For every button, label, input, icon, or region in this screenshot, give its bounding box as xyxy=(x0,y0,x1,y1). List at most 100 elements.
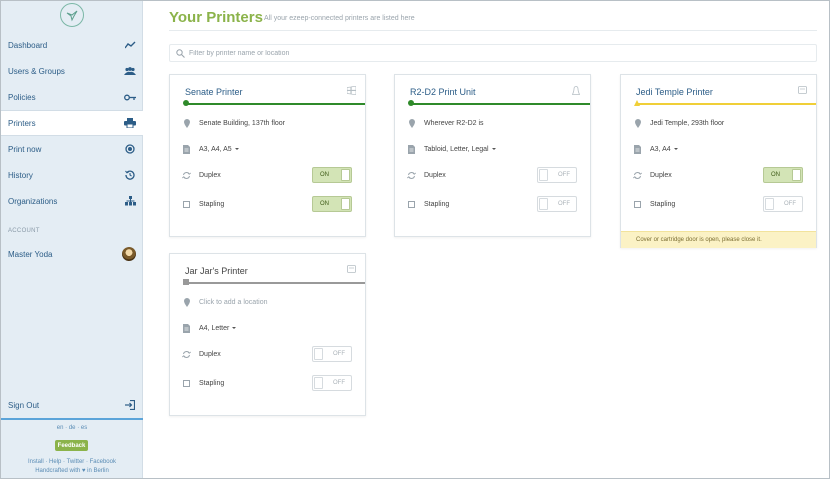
printer-card[interactable]: R2-D2 Print Unit Wherever R2-D2 is Tablo… xyxy=(394,74,591,237)
paper-row[interactable]: A3, A4 xyxy=(621,142,816,156)
paper-sizes-dropdown[interactable]: A3, A4, A5 xyxy=(199,146,239,153)
language-switcher: en · de · es xyxy=(1,425,143,431)
stapling-toggle[interactable]: OFF xyxy=(537,196,577,212)
duplex-row: Duplex OFF xyxy=(395,167,590,183)
lang-en-link[interactable]: en xyxy=(57,425,64,431)
lang-de-link[interactable]: de xyxy=(69,425,76,431)
stapling-row: Stapling ON xyxy=(170,196,365,212)
duplex-icon xyxy=(182,349,191,359)
location-row[interactable]: Jedi Temple, 293th floor xyxy=(621,116,816,130)
sidebar-item-label: Policies xyxy=(8,92,36,102)
avatar xyxy=(122,247,136,261)
printer-location: Senate Building, 137th floor xyxy=(199,119,286,127)
duplex-icon xyxy=(633,170,642,180)
record-icon xyxy=(124,143,136,155)
duplex-toggle[interactable]: OFF xyxy=(312,346,352,362)
status-ok-indicator xyxy=(408,100,414,106)
user-name: Master Yoda xyxy=(8,249,53,259)
sidebar: Dashboard Users & Groups Policies Printe… xyxy=(1,1,143,478)
toggle-state: OFF xyxy=(333,351,345,357)
toggle-state: OFF xyxy=(558,172,570,178)
credit-text: in Berlin xyxy=(87,468,109,474)
toggle-state: OFF xyxy=(784,201,796,207)
document-icon xyxy=(182,144,191,154)
separator: · xyxy=(45,459,48,465)
duplex-toggle[interactable]: ON xyxy=(312,167,352,183)
duplex-row: Duplex ON xyxy=(621,167,816,183)
stapling-row: Stapling OFF xyxy=(621,196,816,212)
toggle-knob xyxy=(341,198,350,210)
paper-row[interactable]: Tabloid, Letter, Legal xyxy=(395,142,590,156)
stapling-toggle[interactable]: OFF xyxy=(312,375,352,391)
duplex-icon xyxy=(407,170,416,180)
twitter-link[interactable]: Twitter xyxy=(67,459,85,465)
location-row[interactable]: Wherever R2-D2 is xyxy=(395,116,590,130)
toggle-state: ON xyxy=(771,172,780,178)
caret-down-icon xyxy=(491,147,496,150)
caret-down-icon xyxy=(232,326,237,329)
toggle-state: ON xyxy=(320,172,329,178)
document-icon xyxy=(407,144,416,154)
facebook-link[interactable]: Facebook xyxy=(90,459,116,465)
duplex-toggle[interactable]: OFF xyxy=(537,167,577,183)
toggle-knob xyxy=(539,169,548,181)
printer-card[interactable]: Jedi Temple Printer Jedi Temple, 293th f… xyxy=(620,74,817,248)
footer-links: Install · Help · Twitter · Facebook xyxy=(1,459,143,465)
feedback-button[interactable]: Feedback xyxy=(55,440,88,451)
sidebar-item-organizations[interactable]: Organizations xyxy=(1,188,143,214)
caret-down-icon xyxy=(234,147,239,150)
paper-sizes-dropdown[interactable]: A3, A4 xyxy=(650,146,678,153)
sidebar-item-dashboard[interactable]: Dashboard xyxy=(1,32,143,58)
sidebar-item-sign-out[interactable]: Sign Out xyxy=(1,392,143,418)
separator: · xyxy=(63,459,66,465)
stapling-toggle[interactable]: OFF xyxy=(763,196,803,212)
lang-es-link[interactable]: es xyxy=(81,425,87,431)
warning-icon xyxy=(634,100,640,106)
paper-sizes-value: A3, A4, A5 xyxy=(199,145,232,153)
stapling-toggle[interactable]: ON xyxy=(312,196,352,212)
sidebar-item-print-now[interactable]: Print now xyxy=(1,136,143,162)
section-label-account: ACCOUNT xyxy=(8,228,40,234)
printer-card[interactable]: Jar Jar's Printer Click to add a locatio… xyxy=(169,253,366,416)
key-icon xyxy=(124,91,136,103)
help-link[interactable]: Help xyxy=(49,459,61,465)
location-row[interactable]: Senate Building, 137th floor xyxy=(170,116,365,130)
add-location-link[interactable]: Click to add a location xyxy=(199,299,267,306)
paper-row[interactable]: A3, A4, A5 xyxy=(170,142,365,156)
duplex-toggle[interactable]: ON xyxy=(763,167,803,183)
sidebar-item-label: Printers xyxy=(8,118,36,128)
status-offline-indicator xyxy=(183,279,189,285)
paper-sizes-dropdown[interactable]: Tabloid, Letter, Legal xyxy=(424,146,496,153)
sidebar-item-label: History xyxy=(8,170,33,180)
filter-input[interactable] xyxy=(189,49,789,57)
paper-sizes-dropdown[interactable]: A4, Letter xyxy=(199,325,237,332)
sidebar-item-label: Sign Out xyxy=(8,400,40,410)
users-icon xyxy=(124,65,136,77)
status-ok-indicator xyxy=(183,100,189,106)
sidebar-item-printers[interactable]: Printers xyxy=(1,110,143,136)
sidebar-item-policies[interactable]: Policies xyxy=(1,84,143,110)
install-link[interactable]: Install xyxy=(28,459,44,465)
mac-icon xyxy=(347,265,356,274)
paper-row[interactable]: A4, Letter xyxy=(170,321,365,335)
location-row[interactable]: Click to add a location xyxy=(170,295,365,309)
printer-name: Jar Jar's Printer xyxy=(185,266,248,276)
staple-icon xyxy=(407,199,416,209)
sidebar-item-user-profile[interactable]: Master Yoda xyxy=(1,241,143,267)
chart-line-icon xyxy=(124,39,136,51)
sidebar-item-history[interactable]: History xyxy=(1,162,143,188)
toggle-knob xyxy=(314,377,323,389)
paper-sizes-value: Tabloid, Letter, Legal xyxy=(424,145,489,153)
heart-icon: ♥ xyxy=(81,468,86,474)
toggle-state: ON xyxy=(320,201,329,207)
filter-bar xyxy=(169,44,817,62)
toggle-knob xyxy=(314,348,323,360)
printer-card[interactable]: Senate Printer Senate Building, 137th fl… xyxy=(169,74,366,237)
page-subtitle: All your ezeep-connected printers are li… xyxy=(264,15,415,22)
caret-down-icon xyxy=(673,147,678,150)
page-title: Your Printers xyxy=(169,9,263,26)
sidebar-item-label: Print now xyxy=(8,144,42,154)
hummingbird-logo-icon[interactable] xyxy=(60,3,84,27)
mac-icon xyxy=(798,86,807,95)
sidebar-item-users-groups[interactable]: Users & Groups xyxy=(1,58,143,84)
